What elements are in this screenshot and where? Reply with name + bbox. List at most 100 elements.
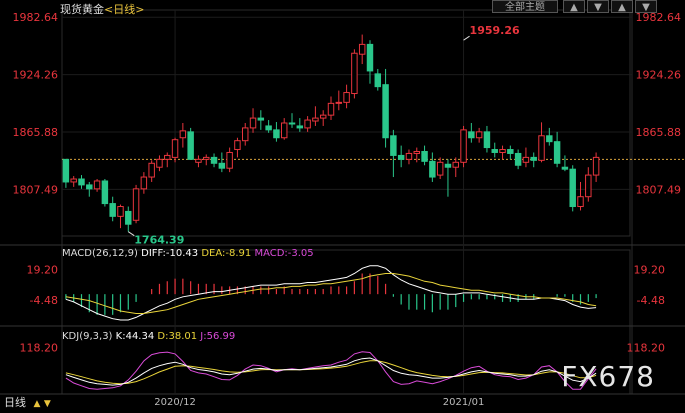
price-tick-left: 1807.49 [13,183,59,196]
candle-body [297,126,302,128]
candle-body [375,74,380,87]
kdj-j-line [66,352,596,389]
candle-body [250,118,255,128]
candle-body [63,159,68,182]
candle-body [461,130,466,162]
candle-body [367,44,372,71]
candle-body [359,44,364,54]
panel-frame [62,10,630,236]
candle-body [469,132,474,138]
candle-body [492,150,497,153]
price-tick-left: 1982.64 [13,11,59,24]
candle-body [141,177,146,189]
candle-body [539,136,544,161]
candle-body [79,179,84,185]
candle-body [165,155,170,159]
macd-tick-left: 19.20 [27,263,59,276]
candle-body [71,179,76,182]
candle-body [515,153,520,165]
candle-body [188,132,193,160]
watermark: FX678 [561,360,655,393]
chart-title: 现货黄金<日线> [60,1,144,17]
zoom-out-button[interactable]: ▼ [587,0,609,13]
period-tab[interactable]: 日线 ▲ ▼ [0,394,60,412]
macd-diff: DIFF:-10.43 [141,248,198,259]
kdj-d: D:38.01 [157,331,197,342]
time-tick-label: 2021/01 [443,397,485,408]
candle-body [320,115,325,118]
period-next[interactable]: > [135,3,144,16]
candle-body [235,141,240,150]
candle-body [289,123,294,124]
candle-body [328,103,333,115]
candle-body [562,167,567,169]
macd-dea: DEA:-8.91 [201,248,251,259]
candle-body [445,164,450,167]
candle-body [149,163,154,177]
candle-body [437,162,442,175]
candle-body [593,157,598,175]
candle-body [94,181,99,189]
candle-body [180,131,185,138]
candle-body [383,85,388,138]
tab-left-arrow-icon[interactable]: ▲ [34,399,41,409]
candle-body [126,211,131,224]
candle-body [523,157,528,162]
candle-body [281,123,286,138]
kdj-k-line [66,358,596,385]
candle-body [336,102,341,103]
candle-body [274,130,279,138]
candle-body [172,140,177,158]
candle-body [414,151,419,153]
candle-body [547,136,552,142]
candle-body [570,169,575,206]
chart-stage: 1959.261875.671764.391785.06 1982.641982… [0,0,685,412]
candle-body [87,185,92,189]
scroll-up-button[interactable]: ▲ [611,0,633,13]
candle-body [344,93,349,103]
candle-body [508,150,513,154]
price-tick-left: 1865.88 [13,126,59,139]
scroll-down-button[interactable]: ▼ [635,0,657,13]
period-prev[interactable]: < [104,3,113,16]
candle-body [391,136,396,156]
candle-body [204,157,209,159]
kdj-legend: KDJ(9,3,3) K:44.34 D:38.01 J:56.99 [62,331,235,342]
time-tick-label: 2020/12 [154,397,196,408]
kdj-j: J:56.99 [200,331,235,342]
candle-body [453,162,458,167]
candle-body [211,157,216,163]
candle-body [422,151,427,161]
candle-body [305,120,310,128]
zoom-in-button[interactable]: ▲ [563,0,585,13]
price-annotation: 1764.39 [134,234,184,247]
candle-body [531,157,536,160]
kdj-tick-right: 118.20 [627,342,666,355]
price-annotation: 1959.26 [470,24,520,37]
candle-body [243,128,248,141]
candle-body [398,155,403,159]
macd-tick-left: -4.48 [30,294,58,307]
candle-body [266,126,271,130]
candle-body [430,161,435,177]
candle-body [554,142,559,164]
candle-body [258,118,263,120]
candle-body [352,53,357,93]
period-label[interactable]: 日线 [113,3,135,16]
price-tick-left: 1924.26 [13,69,59,82]
candle-body [406,153,411,159]
kdj-k: K:44.34 [116,331,155,342]
instrument-name: 现货黄金 [60,3,104,16]
kdj-panel [66,352,596,389]
price-tick-right: 1865.88 [636,126,682,139]
price-tick-right: 1807.49 [636,183,682,196]
candle-body [476,132,481,138]
price-panel: 1959.261875.671764.391785.06 [63,24,685,246]
candle-body [313,118,318,121]
candle-body [219,163,224,168]
macd-legend: MACD(26,12,9) DIFF:-10.43 DEA:-8.91 MACD… [62,248,314,259]
theme-button[interactable]: 全部主题 [492,0,558,13]
macd-tick-right: -4.48 [637,294,665,307]
tab-right-arrow-icon[interactable]: ▼ [44,399,51,409]
candle-body [227,152,232,168]
